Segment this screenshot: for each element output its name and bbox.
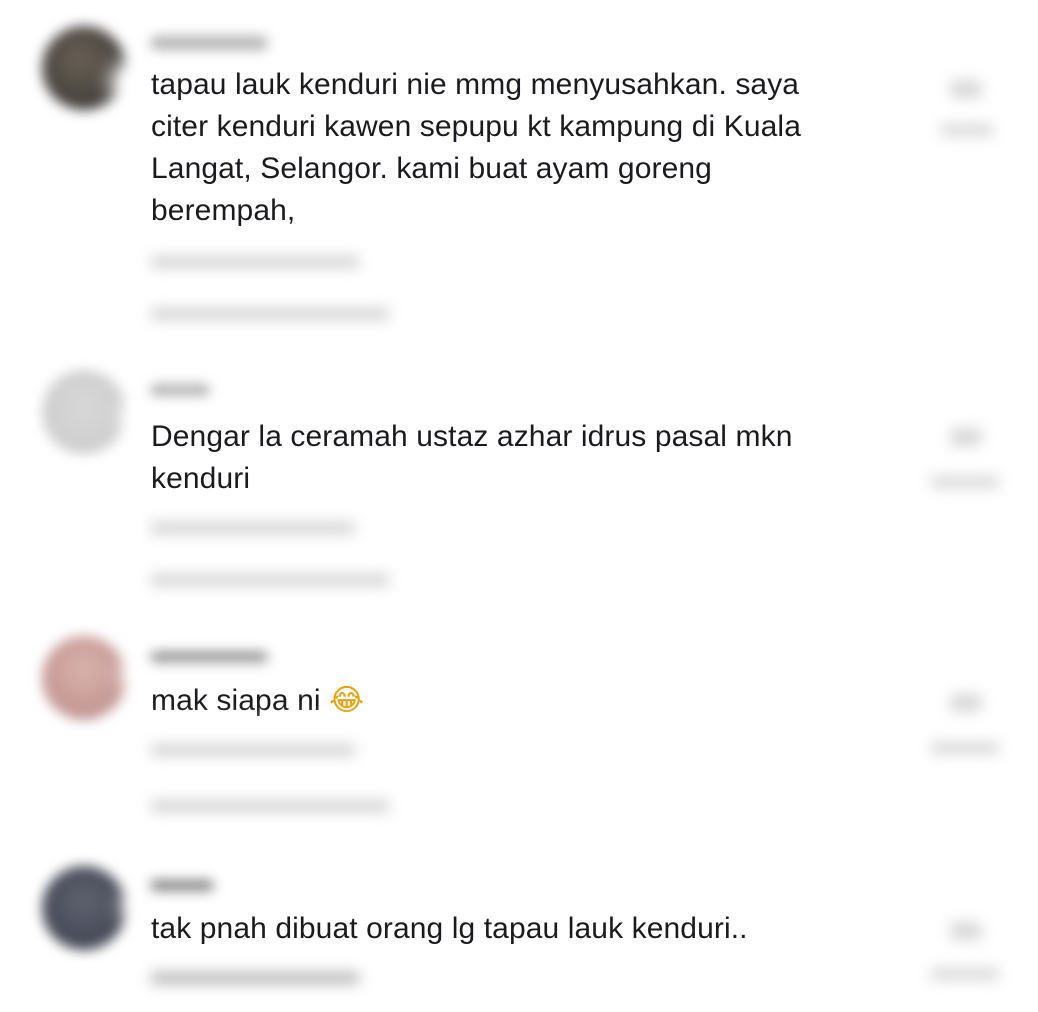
like-heart-icon[interactable] (950, 428, 982, 446)
comment-text: tapau lauk kenduri nie mmg menyusahkan. … (151, 64, 871, 232)
comment-text-line: mak siapa ni (151, 684, 321, 717)
avatar[interactable] (42, 26, 126, 110)
view-replies-button[interactable] (150, 574, 390, 586)
comment-text: Dengar la ceramah ustaz azhar idrus pasa… (151, 416, 871, 500)
comment-text-line: berempah, (151, 194, 296, 227)
comment-text-line: Dengar la ceramah ustaz azhar idrus pasa… (151, 420, 793, 453)
view-replies-button[interactable] (150, 800, 390, 812)
like-heart-icon[interactable] (950, 80, 982, 98)
like-heart-icon[interactable] (950, 922, 982, 940)
like-count (930, 476, 1000, 488)
like-heart-icon[interactable] (950, 694, 982, 712)
face-with-tears-of-joy-emoji: 😂 (329, 683, 365, 718)
avatar[interactable] (42, 866, 126, 950)
comment-text: mak siapa ni 😂 (151, 680, 871, 722)
username[interactable] (150, 36, 268, 50)
comment-text-line: tapau lauk kenduri nie mmg menyusahkan. … (151, 68, 800, 101)
avatar[interactable] (42, 370, 126, 454)
comment-text-line: tak pnah dibuat orang lg tapau lauk kend… (151, 912, 748, 945)
comment-meta[interactable] (150, 256, 360, 268)
username[interactable] (150, 384, 210, 398)
like-count (930, 968, 1000, 980)
view-replies-button[interactable] (150, 308, 390, 320)
comment-meta[interactable] (150, 744, 356, 756)
avatar[interactable] (42, 636, 126, 720)
username[interactable] (150, 880, 214, 894)
comment-text-line: kenduri (151, 462, 251, 495)
comment-text: tak pnah dibuat orang lg tapau lauk kend… (151, 908, 871, 950)
comment-meta[interactable] (150, 522, 356, 534)
like-count (930, 742, 1000, 754)
comment-text-line: Langat, Selangor. kami buat ayam goreng (151, 152, 712, 185)
like-count (940, 124, 994, 136)
comment-meta[interactable] (150, 972, 360, 984)
comment-text-line: citer kenduri kawen sepupu kt kampung di… (151, 110, 801, 143)
